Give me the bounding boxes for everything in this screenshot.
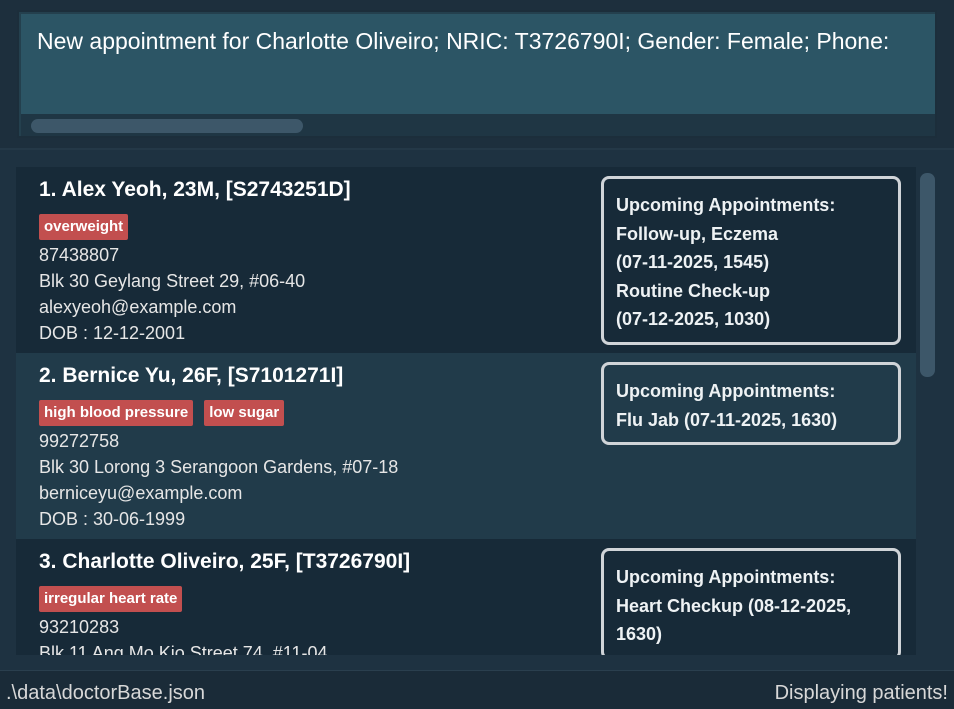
vertical-scroll-thumb[interactable] [920, 173, 935, 377]
condition-tag: high blood pressure [39, 400, 194, 426]
patient-address: Blk 30 Lorong 3 Serangoon Gardens, #07-1… [39, 457, 399, 477]
appointment-line: Follow-up, Eczema [616, 223, 779, 244]
result-display-panel: New appointment for Charlotte Oliveiro; … [0, 0, 954, 150]
patient-list-panel: 1. Alex Yeoh, 23M, [S2743251D] overweigh… [0, 150, 954, 670]
appointments-box: Upcoming Appointments: Flu Jab (07-11-20… [601, 362, 901, 445]
status-bar: .\data\doctorBase.json Displaying patien… [0, 670, 954, 709]
patient-list[interactable]: 1. Alex Yeoh, 23M, [S2743251D] overweigh… [16, 167, 916, 655]
patient-card[interactable]: 2. Bernice Yu, 26F, [S7101271I] high blo… [16, 353, 916, 539]
condition-tag: low sugar [204, 400, 285, 426]
result-display: New appointment for Charlotte Oliveiro; … [17, 10, 937, 138]
horizontal-scrollbar[interactable] [21, 114, 935, 136]
status-message: Displaying patients! [774, 682, 948, 704]
appointments-header: Upcoming Appointments: [616, 567, 836, 587]
appointments-header: Upcoming Appointments: [616, 195, 836, 215]
appointment-line: Heart Checkup (08-12-2025, [616, 595, 852, 616]
condition-tag: overweight [39, 214, 129, 240]
appointments-box: Upcoming Appointments: Heart Checkup (08… [601, 548, 901, 655]
patient-email: berniceyu@example.com [39, 483, 243, 503]
appointments-box: Upcoming Appointments: Follow-up, Eczema… [601, 176, 901, 345]
appointment-line: Routine Check-up [616, 280, 771, 301]
patient-card[interactable]: 3. Charlotte Oliveiro, 25F, [T3726790I] … [16, 539, 916, 655]
appointment-line: (07-12-2025, 1030) [616, 309, 771, 329]
save-file-path: .\data\doctorBase.json [6, 682, 206, 704]
patient-card[interactable]: 1. Alex Yeoh, 23M, [S2743251D] overweigh… [16, 167, 916, 353]
result-text: New appointment for Charlotte Oliveiro; … [37, 28, 890, 54]
result-text-area[interactable]: New appointment for Charlotte Oliveiro; … [21, 14, 935, 114]
appointment-line: Flu Jab (07-11-2025, 1630) [616, 409, 838, 430]
horizontal-scroll-thumb[interactable] [31, 119, 303, 133]
condition-tag: irregular heart rate [39, 586, 183, 612]
vertical-scrollbar[interactable] [917, 167, 939, 655]
appointment-line: (07-11-2025, 1545) [616, 252, 770, 272]
appointments-header: Upcoming Appointments: [616, 381, 836, 401]
appointment-line: 1630) [616, 624, 663, 644]
app-window: New appointment for Charlotte Oliveiro; … [0, 0, 954, 709]
patient-dob: DOB : 30-06-1999 [39, 509, 186, 529]
